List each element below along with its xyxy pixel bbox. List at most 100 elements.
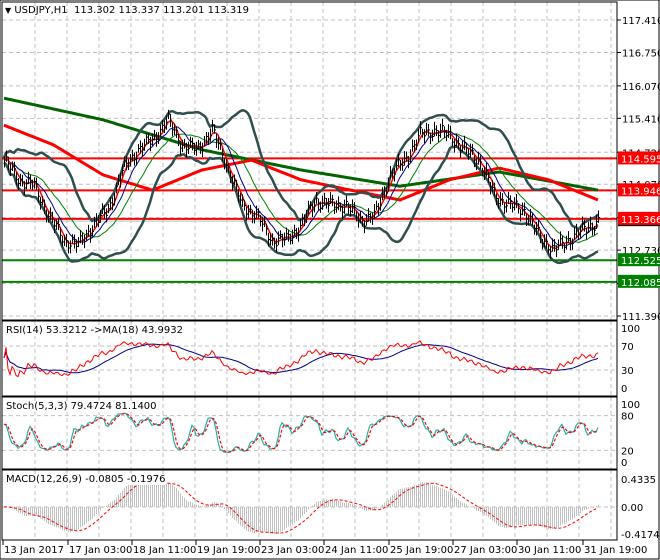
price-tick-label: 117.410 [622, 16, 660, 27]
price-bar [114, 192, 116, 206]
price-bar [336, 200, 338, 213]
price-bar [150, 136, 152, 152]
time-tick-label: 23 Jan 03:00 [261, 545, 324, 556]
price-bar [442, 118, 444, 131]
price-bar [90, 228, 92, 243]
price-bar [138, 144, 140, 153]
price-bar [578, 229, 580, 240]
time-tick-label: 13 Jan 2017 [4, 545, 64, 556]
price-bar [328, 197, 330, 213]
macd-tick-label: 0.00 [621, 503, 643, 514]
price-bar [88, 224, 90, 237]
price-tick-label: 116.070 [622, 82, 660, 93]
stoch-tick-label: 100 [621, 400, 640, 411]
price-bar [332, 194, 334, 207]
price-bar [510, 195, 512, 209]
symbol-label: USDJPY,H1 [14, 5, 68, 16]
rsi-tick-label: 30 [621, 366, 634, 377]
price-bar [470, 143, 472, 159]
price-bar [288, 230, 290, 242]
price-bar [504, 202, 506, 214]
price-bar [404, 151, 406, 166]
price-bar [12, 161, 14, 171]
price-bar [296, 227, 298, 239]
price-bar [188, 141, 190, 155]
price-bar [298, 227, 300, 242]
price-bar [566, 235, 568, 250]
time-tick-label: 31 Jan 19:00 [584, 545, 647, 556]
price-bar [412, 139, 414, 152]
price-bar [428, 123, 430, 137]
price-bar [70, 240, 72, 254]
price-bar [78, 236, 80, 248]
price-bar [202, 142, 204, 158]
price-bar [14, 161, 16, 177]
price-bar [74, 234, 76, 249]
price-tick-label: 115.410 [622, 114, 660, 125]
price-bar [436, 125, 438, 136]
price-bar [170, 113, 172, 127]
price-bar [156, 132, 158, 147]
price-bar [326, 198, 328, 209]
price-bar [84, 234, 86, 249]
bollinger-lower-line [3, 144, 599, 265]
level-price-label: 113.366 [621, 215, 660, 226]
stoch-tick-label: 20 [621, 446, 634, 457]
triangle-down-icon[interactable]: ▼ [5, 6, 11, 15]
price-bar [62, 235, 64, 247]
chart-header: ▼ USDJPY,H1 113.302 113.337 113.201 113.… [5, 5, 249, 16]
price-bar [416, 139, 418, 151]
price-bar [508, 191, 510, 205]
time-tick-label: 27 Jan 03:00 [454, 545, 517, 556]
rsi-tick-label: 0 [621, 384, 627, 395]
grid-lines [2, 2, 617, 540]
price-bar [430, 132, 432, 145]
price-bar [422, 128, 424, 138]
price-bar [182, 139, 184, 153]
macd-label: MACD(12,26,9) -0.0805 -0.1976 [6, 474, 166, 485]
level-price-label: 112.525 [621, 256, 660, 267]
macd-tick-label: -0.4174 [621, 530, 660, 541]
price-bar [352, 199, 354, 213]
panel-frame-main [1, 1, 618, 321]
price-bar [26, 179, 28, 190]
price-bar [568, 231, 570, 243]
ohlc-values: 113.302 113.337 113.201 113.319 [74, 5, 249, 16]
rsi-tick-label: 70 [621, 342, 634, 353]
price-bar [372, 212, 374, 225]
price-bar [312, 203, 314, 217]
price-bar [256, 205, 258, 219]
rsi-tick-label: 100 [621, 324, 640, 335]
price-bar [22, 174, 24, 187]
trading-chart-window: 117.410116.750116.070115.410114.720114.0… [0, 0, 660, 560]
price-bar [278, 231, 280, 246]
price-tick-label: 111.390 [622, 312, 660, 323]
level-price-label: 113.946 [621, 186, 660, 197]
price-bar [440, 123, 442, 138]
level-price-label: 112.085 [621, 278, 660, 289]
price-bar [72, 234, 74, 244]
price-bar [292, 229, 294, 245]
price-bar [282, 233, 284, 248]
stoch-tick-label: 80 [621, 412, 634, 423]
stoch-label: Stoch(5,3,3) 79.4724 81.1400 [6, 401, 157, 412]
price-bar [196, 141, 198, 156]
price-bar [500, 191, 502, 207]
stoch-main-line [3, 412, 599, 453]
price-bar [592, 222, 594, 236]
price-bar [248, 204, 250, 219]
price-bar [376, 200, 378, 211]
price-bar [144, 138, 146, 151]
price-bar [434, 121, 436, 137]
main-indicators [2, 96, 599, 265]
time-tick-label: 24 Jan 11:00 [325, 545, 388, 556]
rsi-label: RSI(14) 53.3212 ->MA(18) 43.9932 [6, 325, 183, 336]
stoch-tick-label: 0 [621, 458, 627, 469]
price-bar [338, 196, 340, 211]
price-bar [30, 174, 32, 190]
price-bar [452, 138, 454, 147]
time-tick-label: 18 Jan 11:00 [133, 545, 196, 556]
time-tick-label: 19 Jan 19:00 [197, 545, 260, 556]
price-bar [280, 230, 282, 239]
price-bar [562, 235, 564, 249]
